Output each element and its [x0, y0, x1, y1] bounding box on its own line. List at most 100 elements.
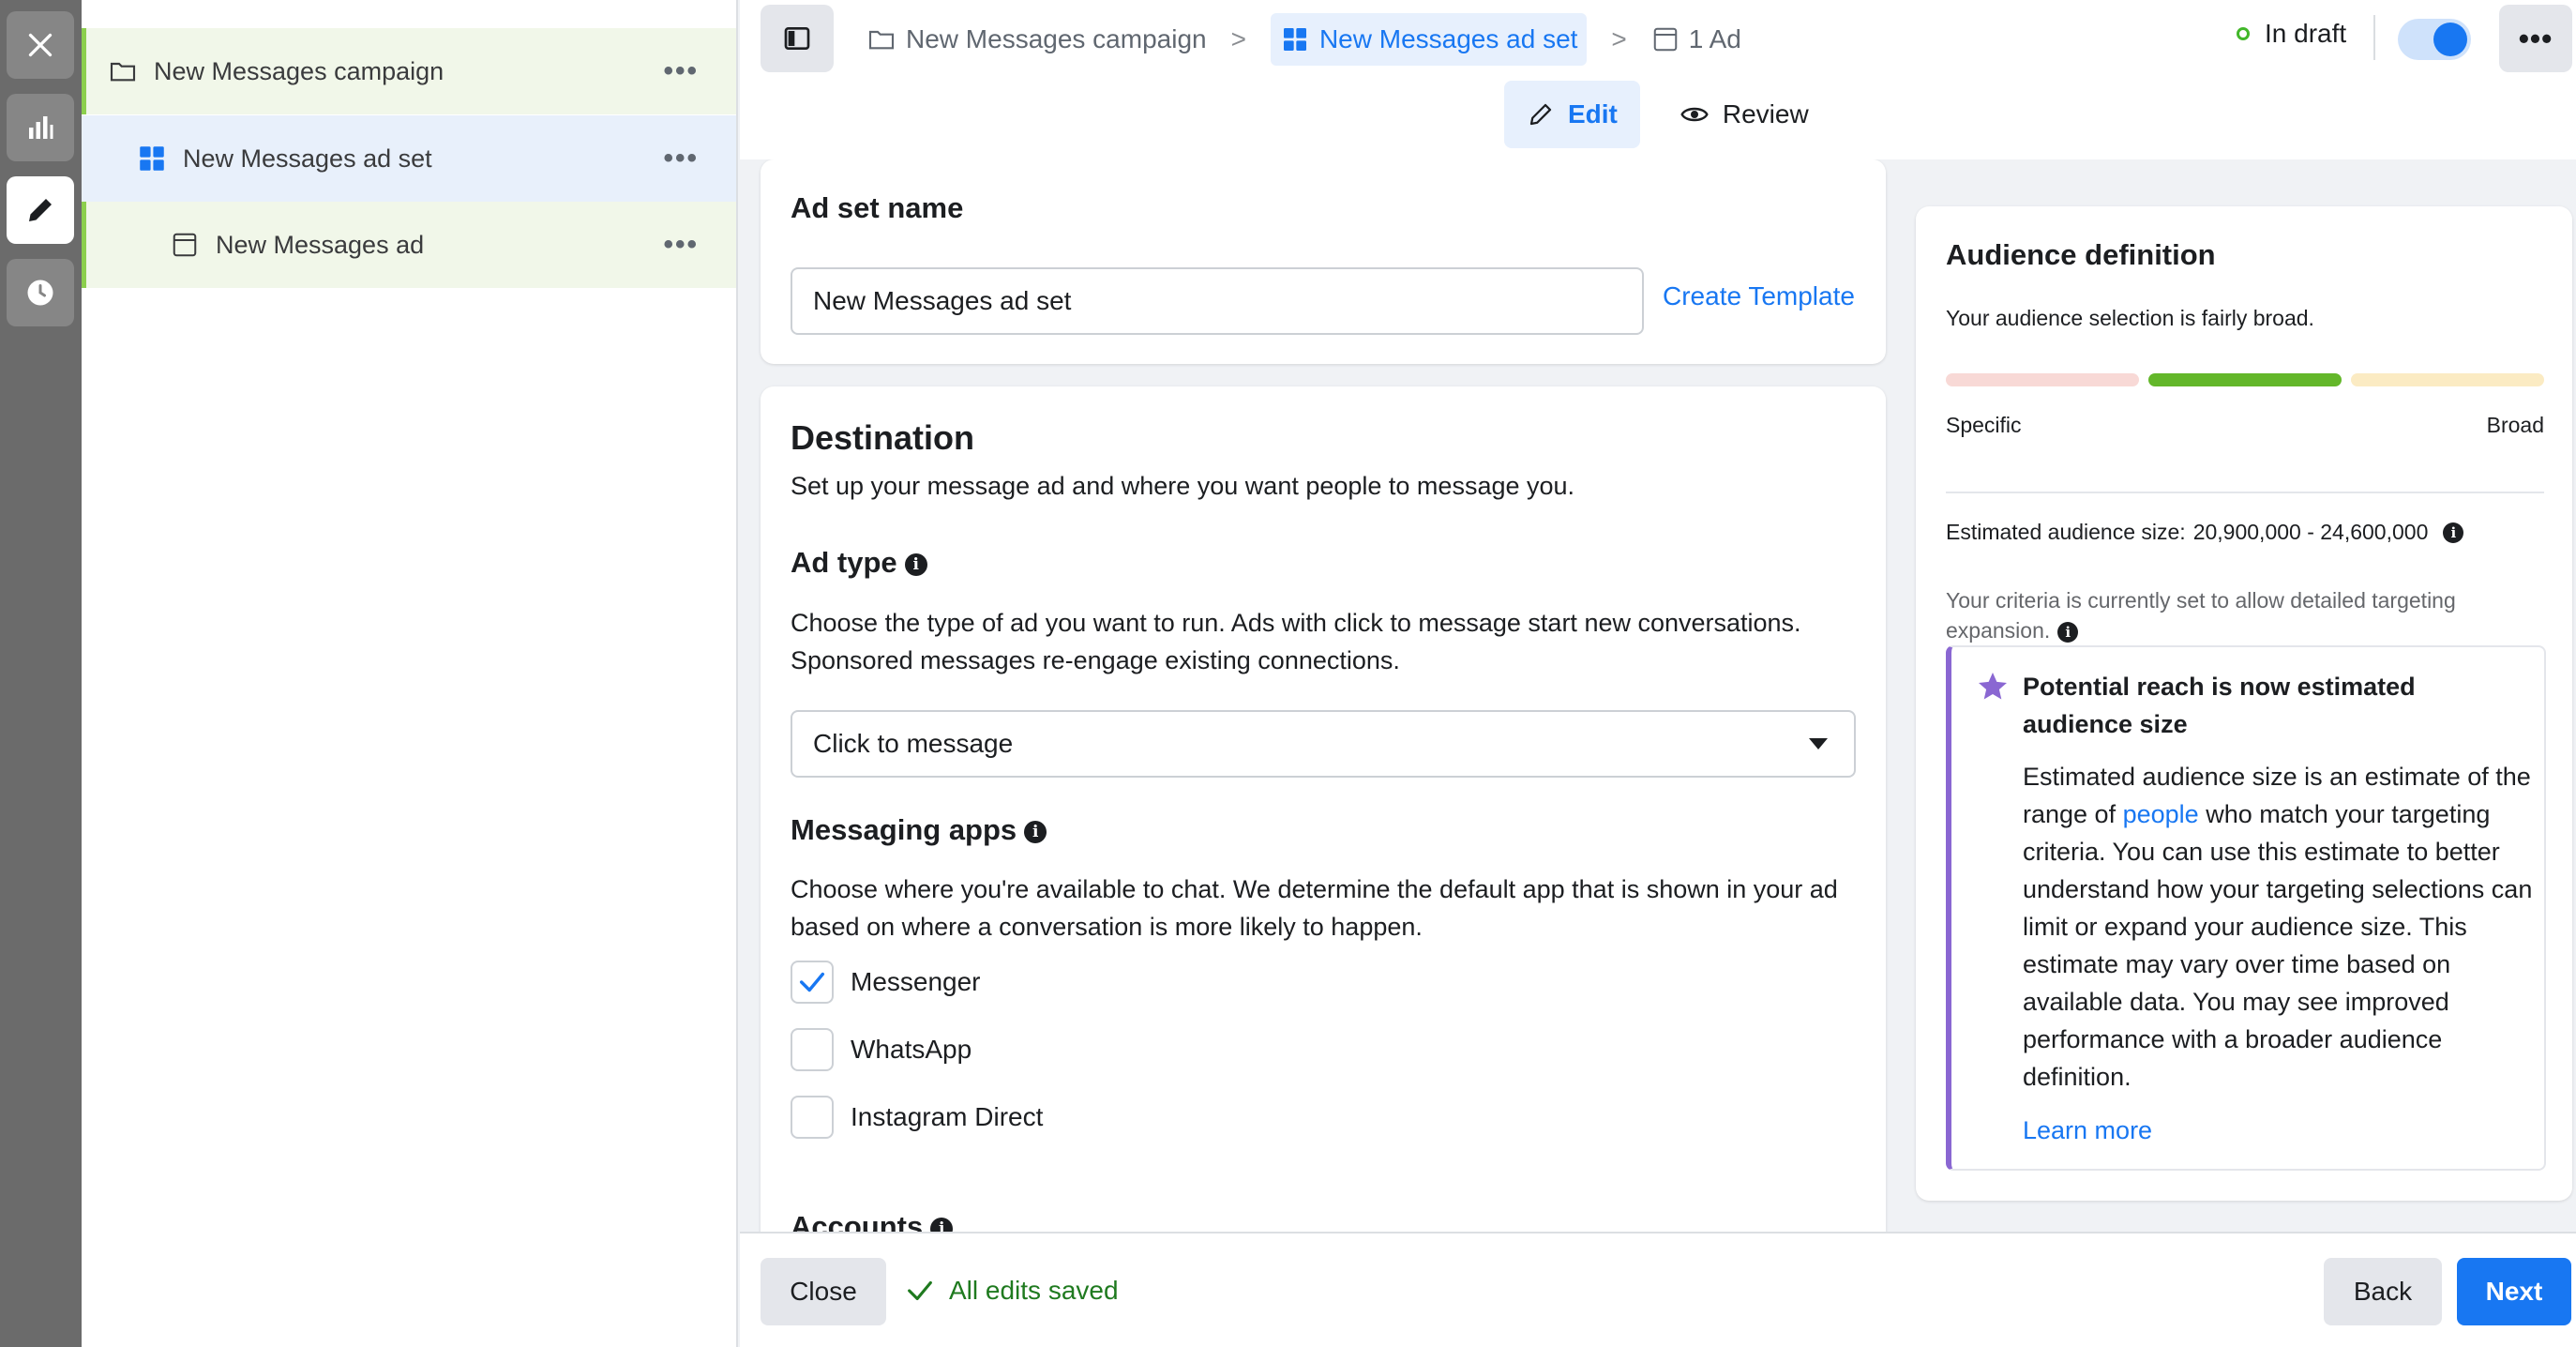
close-button[interactable]: Close	[761, 1258, 886, 1325]
top-header: New Messages campaign > New Messages ad …	[740, 0, 2576, 159]
criteria-note: Your criteria is currently set to allow …	[1946, 585, 2546, 645]
checkmark-icon	[799, 972, 825, 992]
estimate-value: 20,900,000 - 24,600,000	[2192, 520, 2429, 544]
ad-type-heading: Ad type i	[791, 546, 927, 580]
divider	[1946, 492, 2544, 493]
info-icon[interactable]: i	[2443, 522, 2464, 543]
breadcrumb-label: New Messages ad set	[1318, 24, 1578, 53]
checkbox-instagram-direct[interactable]: Instagram Direct	[791, 1096, 1043, 1139]
heading-label: Messaging apps	[791, 813, 1017, 846]
meter-label-left: Specific	[1946, 413, 2022, 437]
checkbox-label: Instagram Direct	[851, 1102, 1044, 1131]
pencil-icon	[1529, 103, 1552, 126]
select-value: Click to message	[813, 729, 1014, 758]
heading-label: Ad type	[791, 546, 897, 579]
messaging-apps-description: Choose where you're available to chat. W…	[791, 875, 1838, 941]
more-icon[interactable]: •••	[663, 143, 699, 174]
tab-label: Review	[1722, 99, 1809, 129]
audience-summary: Your audience selection is fairly broad.	[1946, 306, 2314, 330]
checkbox-whatsapp[interactable]: WhatsApp	[791, 1028, 972, 1071]
ad-icon	[1653, 27, 1678, 52]
checkbox-label: Messenger	[851, 967, 981, 996]
folder-icon	[868, 30, 895, 50]
back-button[interactable]: Back	[2324, 1258, 2442, 1325]
caret-down-icon	[1809, 738, 1828, 749]
tree-item-label: New Messages campaign	[154, 56, 444, 85]
checkbox-messenger[interactable]: Messenger	[791, 961, 981, 1004]
messaging-apps-heading: Messaging apps i	[791, 813, 1047, 847]
tab-review[interactable]: Review	[1657, 81, 1831, 148]
section-title: Audience definition	[1946, 238, 2216, 271]
notice-title: Potential reach is now estimated audienc…	[2023, 673, 2416, 738]
sidebar-icon	[784, 27, 810, 50]
info-icon[interactable]: i	[2057, 621, 2079, 643]
next-button[interactable]: Next	[2457, 1258, 2571, 1325]
audience-sidebar: Audience definition Your audience select…	[1916, 206, 2576, 1279]
campaign-tree: New Messages campaign ••• New Messages a…	[82, 0, 738, 1347]
create-template-link[interactable]: Create Template	[1663, 281, 1855, 311]
checkmark-icon	[908, 1280, 932, 1301]
status-label: In draft	[2265, 19, 2347, 48]
left-rail	[0, 0, 82, 1347]
divider	[2373, 15, 2375, 60]
more-icon[interactable]: •••	[663, 55, 699, 87]
tree-item-label: New Messages ad set	[183, 144, 432, 173]
tab-label: Edit	[1568, 99, 1618, 129]
audience-definition-card: Audience definition Your audience select…	[1916, 206, 2572, 1201]
learn-more-link[interactable]: Learn more	[2023, 1116, 2152, 1145]
breadcrumb: New Messages campaign > New Messages ad …	[866, 13, 1741, 66]
more-options-button[interactable]: •••	[2499, 5, 2572, 72]
save-status-label: All edits saved	[949, 1276, 1119, 1305]
close-icon[interactable]	[7, 11, 74, 79]
chevron-right-icon: >	[1230, 24, 1246, 53]
checkbox[interactable]	[791, 961, 834, 1004]
panel-toggle-button[interactable]	[761, 5, 834, 72]
toggle-knob	[2433, 23, 2467, 56]
people-link[interactable]: people	[2123, 800, 2199, 828]
potential-reach-notice: Potential reach is now estimated audienc…	[1946, 645, 2546, 1171]
more-icon[interactable]: •••	[663, 229, 699, 261]
criteria-text: Your criteria is currently set to allow …	[1946, 588, 2456, 643]
notice-text: who match your targeting criteria. You c…	[2023, 800, 2533, 1091]
grid-icon	[1283, 28, 1306, 51]
info-icon[interactable]: i	[904, 552, 927, 576]
ad-type-description: Choose the type of ad you want to run. A…	[791, 609, 1801, 674]
tree-item-ad[interactable]: New Messages ad •••	[82, 202, 736, 288]
grid-icon	[136, 143, 168, 174]
chevron-right-icon: >	[1611, 24, 1627, 53]
tree-item-campaign[interactable]: New Messages campaign •••	[82, 28, 736, 114]
clock-icon[interactable]	[7, 259, 74, 326]
breadcrumb-label: New Messages campaign	[906, 24, 1207, 53]
section-description: Set up your message ad and where you wan…	[791, 472, 1575, 500]
checkbox[interactable]	[791, 1028, 834, 1071]
mode-tabs: Edit Review	[1504, 81, 1831, 148]
estimated-audience-size: Estimated audience size: 20,900,000 - 24…	[1946, 520, 2464, 545]
section-title: Ad set name	[791, 191, 964, 224]
save-status: All edits saved	[904, 1275, 1119, 1307]
accounts-heading: Accounts i	[791, 1210, 954, 1232]
star-icon	[1979, 673, 2007, 700]
chart-icon[interactable]	[7, 94, 74, 161]
checkbox[interactable]	[791, 1096, 834, 1139]
breadcrumb-adset[interactable]: New Messages ad set	[1270, 13, 1588, 66]
breadcrumb-ads[interactable]: 1 Ad	[1651, 13, 1741, 66]
meter-broad	[2351, 373, 2544, 386]
pencil-icon[interactable]	[7, 176, 74, 244]
notice-body: Estimated audience size is an estimate o…	[2023, 758, 2537, 1096]
checkbox-label: WhatsApp	[851, 1035, 972, 1064]
tree-item-adset[interactable]: New Messages ad set •••	[82, 115, 736, 202]
publish-toggle[interactable]	[2398, 19, 2471, 60]
info-icon[interactable]: i	[930, 1217, 954, 1232]
meter-label-right: Broad	[2486, 413, 2544, 437]
adset-name-input[interactable]: New Messages ad set	[791, 267, 1644, 335]
info-icon[interactable]: i	[1024, 820, 1047, 843]
eye-icon	[1680, 107, 1709, 122]
adset-name-card: Ad set name New Messages ad set Create T…	[761, 159, 1886, 364]
breadcrumb-campaign[interactable]: New Messages campaign	[866, 13, 1207, 66]
tab-edit[interactable]: Edit	[1504, 81, 1640, 148]
draft-status: In draft	[2237, 19, 2346, 49]
ad-type-select[interactable]: Click to message	[791, 710, 1856, 778]
estimate-label: Estimated audience size:	[1946, 520, 2186, 544]
folder-icon	[107, 55, 139, 87]
meter-specific	[1946, 373, 2139, 386]
